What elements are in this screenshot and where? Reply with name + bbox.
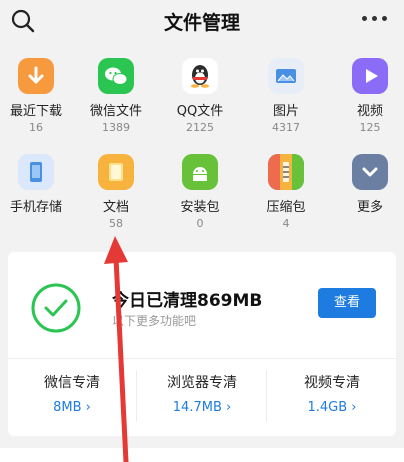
bottom-strip: [0, 448, 404, 462]
view-button[interactable]: 查看: [318, 288, 376, 318]
category-label: 安装包: [180, 200, 220, 215]
category-count: 2125: [186, 121, 214, 134]
category-row: 手机存储 文档 58 安装包 0 压缩包 4 更多: [0, 154, 404, 250]
browser-clean[interactable]: 浏览器专清 14.7MB ›: [138, 372, 266, 415]
document-icon: [98, 154, 134, 190]
more-chevron-icon: [352, 154, 388, 190]
clean-hint: 以下更多功能吧: [112, 314, 197, 328]
download-icon: [18, 58, 54, 94]
category-label: 压缩包: [266, 200, 306, 215]
category-label: 手机存储: [9, 200, 62, 215]
video-clean[interactable]: 视频专清 1.4GB ›: [268, 372, 396, 415]
category-qq[interactable]: QQ文件 2125: [160, 58, 240, 134]
divider: [8, 358, 396, 359]
video-clean-size: 1.4GB ›: [307, 400, 357, 415]
category-count: 1389: [102, 121, 130, 134]
wechat-clean[interactable]: 微信专清 8MB ›: [8, 372, 136, 415]
category-apk[interactable]: 安装包 0: [160, 154, 240, 230]
category-label: 文档: [102, 200, 129, 215]
category-phone-storage[interactable]: 手机存储: [0, 154, 76, 215]
category-recent-download[interactable]: 最近下载 16: [0, 58, 76, 134]
category-label: 视频: [356, 104, 383, 119]
category-label: 最近下载: [9, 104, 62, 119]
browser-clean-title: 浏览器专清: [167, 375, 237, 391]
category-label: 更多: [356, 200, 383, 215]
category-images[interactable]: 图片 4317: [246, 58, 326, 134]
header: 文件管理: [0, 0, 404, 44]
wechat-clean-title: 微信专清: [44, 375, 100, 391]
category-count: 4317: [272, 121, 300, 134]
browser-clean-size: 14.7MB ›: [172, 400, 232, 415]
category-label: 微信文件: [89, 104, 142, 119]
category-count: 0: [196, 217, 204, 230]
category-count: 58: [109, 217, 123, 230]
category-label: QQ文件: [176, 104, 224, 119]
category-count: 4: [282, 217, 290, 230]
divider: [266, 370, 267, 422]
category-grid: 最近下载 16 微信文件 1389 QQ文件 2125 图片 4317 视频 1…: [0, 58, 404, 250]
video-icon: [352, 58, 388, 94]
category-video[interactable]: 视频 125: [330, 58, 404, 134]
category-documents[interactable]: 文档 58: [76, 154, 156, 230]
phone-storage-icon: [18, 154, 54, 190]
category-more[interactable]: 更多: [330, 154, 404, 215]
cleaner-card: 今日已清理869MB 以下更多功能吧 查看 微信专清 8MB › 浏览器专清 1…: [8, 252, 396, 436]
category-count: 16: [29, 121, 43, 134]
divider: [136, 370, 137, 422]
qq-icon: [182, 58, 218, 94]
page-title: 文件管理: [163, 12, 240, 34]
video-clean-title: 视频专清: [304, 375, 360, 391]
more-icon[interactable]: [362, 16, 388, 24]
category-row: 最近下载 16 微信文件 1389 QQ文件 2125 图片 4317 视频 1…: [0, 58, 404, 154]
image-icon: [268, 58, 304, 94]
category-archive[interactable]: 压缩包 4: [246, 154, 326, 230]
archive-icon: [268, 154, 304, 190]
category-wechat[interactable]: 微信文件 1389: [76, 58, 156, 134]
clean-summary: 今日已清理869MB: [112, 291, 263, 311]
category-count: 125: [359, 121, 381, 134]
apk-icon: [182, 154, 218, 190]
category-label: 图片: [272, 104, 299, 119]
check-circle-icon: [31, 283, 81, 333]
wechat-icon: [98, 58, 134, 94]
wechat-clean-size: 8MB ›: [53, 400, 91, 415]
